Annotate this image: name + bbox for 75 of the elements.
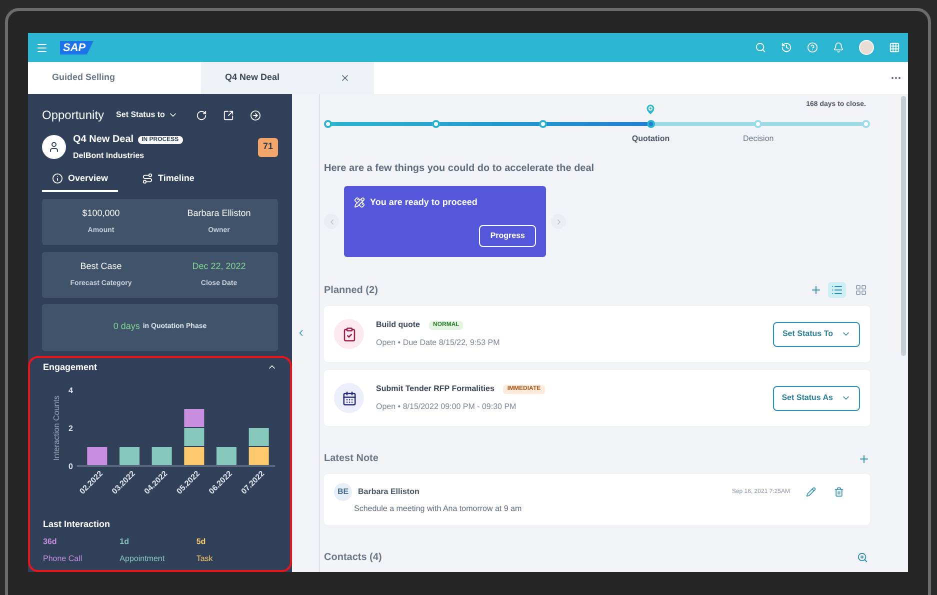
note-text: Schedule a meeting with Ana tomorrow at 9 am <box>354 503 523 515</box>
bell-icon[interactable] <box>833 42 844 53</box>
edit-icon[interactable] <box>806 487 816 497</box>
menu-icon[interactable] <box>36 42 48 54</box>
chart-bar <box>120 447 140 465</box>
status-dropdown[interactable]: Set Status to <box>116 109 178 121</box>
section-heading: Contacts (4) <box>324 551 382 565</box>
map-pin-icon <box>644 103 658 116</box>
calendar-icon <box>334 383 364 413</box>
tab[interactable]: Q4 New Deal <box>201 62 374 94</box>
field-value: $100,000 <box>82 207 120 220</box>
pencil-ruler-icon <box>354 197 365 208</box>
deal-name: Q4 New Deal <box>73 133 134 147</box>
progress-button[interactable]: Progress <box>479 225 536 247</box>
interaction-type: Task <box>196 552 214 564</box>
axis-title: Interaction Counts <box>52 396 61 460</box>
list-view-icon[interactable] <box>828 282 846 298</box>
tick-label: 2 <box>68 424 73 433</box>
search-plus-icon[interactable] <box>857 552 868 563</box>
apps-grid-icon[interactable] <box>889 42 900 53</box>
clipboard-icon <box>334 319 364 349</box>
panel-title: Opportunity <box>42 107 104 124</box>
info-icon <box>52 173 63 184</box>
tab[interactable]: Overview <box>42 172 118 192</box>
chart-bar <box>216 447 236 465</box>
tab[interactable]: Timeline <box>132 172 204 192</box>
chart-bar <box>152 447 172 465</box>
interaction-days: 36d <box>43 536 120 548</box>
route-icon <box>142 173 154 184</box>
note-author: Barbara Elliston <box>358 486 420 498</box>
section-title: Engagement <box>43 360 98 374</box>
activity-title: Build quote <box>376 319 420 331</box>
external-link-icon[interactable] <box>222 110 234 120</box>
card-title: You are ready to proceed <box>370 196 478 209</box>
tick-label: 4 <box>68 386 73 395</box>
field-value: Best Case <box>80 260 122 273</box>
logo: SAP <box>60 40 94 54</box>
phase-days: 0 days <box>113 320 140 334</box>
status-dropdown[interactable]: Set Status As <box>772 386 860 410</box>
interaction-type: Phone Call <box>43 552 84 564</box>
score-badge: 71 <box>258 138 278 156</box>
chart-bar <box>184 447 204 465</box>
avatar[interactable] <box>859 40 874 55</box>
stage-label: Decision <box>743 133 774 145</box>
stage-label: Quotation <box>632 133 670 145</box>
help-icon[interactable] <box>807 42 818 53</box>
company-name: DelBont Industries <box>73 150 146 162</box>
search-icon[interactable] <box>755 42 766 53</box>
avatar-icon <box>42 135 66 159</box>
chart-bar <box>184 409 204 427</box>
tick-label: 0 <box>68 462 73 471</box>
chart-bar <box>184 428 204 446</box>
activity-title: Submit Tender RFP Formalities <box>376 383 494 395</box>
add-icon[interactable] <box>810 284 822 296</box>
refresh-icon[interactable] <box>196 110 207 120</box>
close-icon[interactable] <box>340 73 350 83</box>
section-title: Last Interaction <box>43 518 112 531</box>
field-value: Dec 22, 2022 <box>192 260 246 273</box>
initials-avatar: BE <box>334 483 352 501</box>
chart-bar <box>248 428 269 446</box>
interaction-type: Appointment <box>120 552 166 564</box>
status-dropdown[interactable]: Set Status To <box>773 322 860 346</box>
section-heading: Latest Note <box>324 452 378 466</box>
chart-bar <box>87 447 108 465</box>
section-heading: Here are a few things you could do to accelerate the deal <box>324 162 596 176</box>
chart-bar <box>248 447 269 465</box>
interaction-days: 5d <box>196 536 273 548</box>
field-value: Barbara Elliston <box>187 207 251 220</box>
activity-meta: Open • 8/15/2022 09:00 PM - 09:30 PM <box>376 401 518 413</box>
activity-meta: Open • Due Date 8/15/22, 9:53 PM <box>376 337 500 349</box>
delete-icon[interactable] <box>834 487 844 497</box>
section-heading: Planned (2) <box>324 284 378 298</box>
add-icon[interactable] <box>858 452 870 464</box>
interaction-days: 1d <box>120 536 196 548</box>
history-icon[interactable] <box>781 42 792 53</box>
